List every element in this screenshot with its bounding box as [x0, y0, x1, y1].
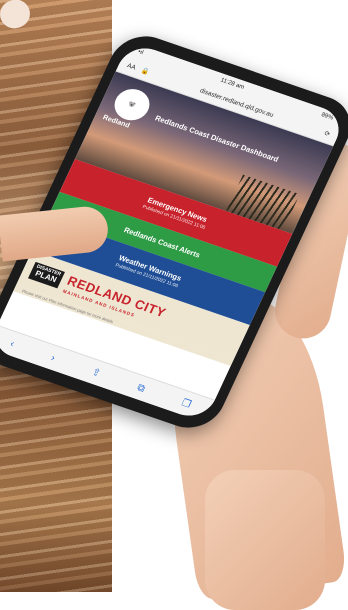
reload-icon[interactable]: ⟳: [323, 129, 332, 138]
forward-icon[interactable]: ›: [49, 352, 57, 363]
page-title: Redlands Coast Disaster Dashboard: [153, 113, 281, 164]
tabs-icon[interactable]: ❐: [180, 397, 193, 410]
bookmarks-icon[interactable]: ⧉: [135, 382, 146, 394]
battery-level: 89%: [320, 112, 335, 122]
lock-icon: 🔒: [139, 67, 151, 77]
right-wrist: [205, 470, 325, 610]
share-icon[interactable]: ⇪: [90, 366, 103, 379]
signal-indicator: •ıl: [136, 49, 145, 57]
plan-badge: DISASTER PLAN: [27, 261, 66, 289]
back-icon[interactable]: ‹: [8, 338, 16, 349]
text-size-button[interactable]: AA: [126, 62, 137, 71]
